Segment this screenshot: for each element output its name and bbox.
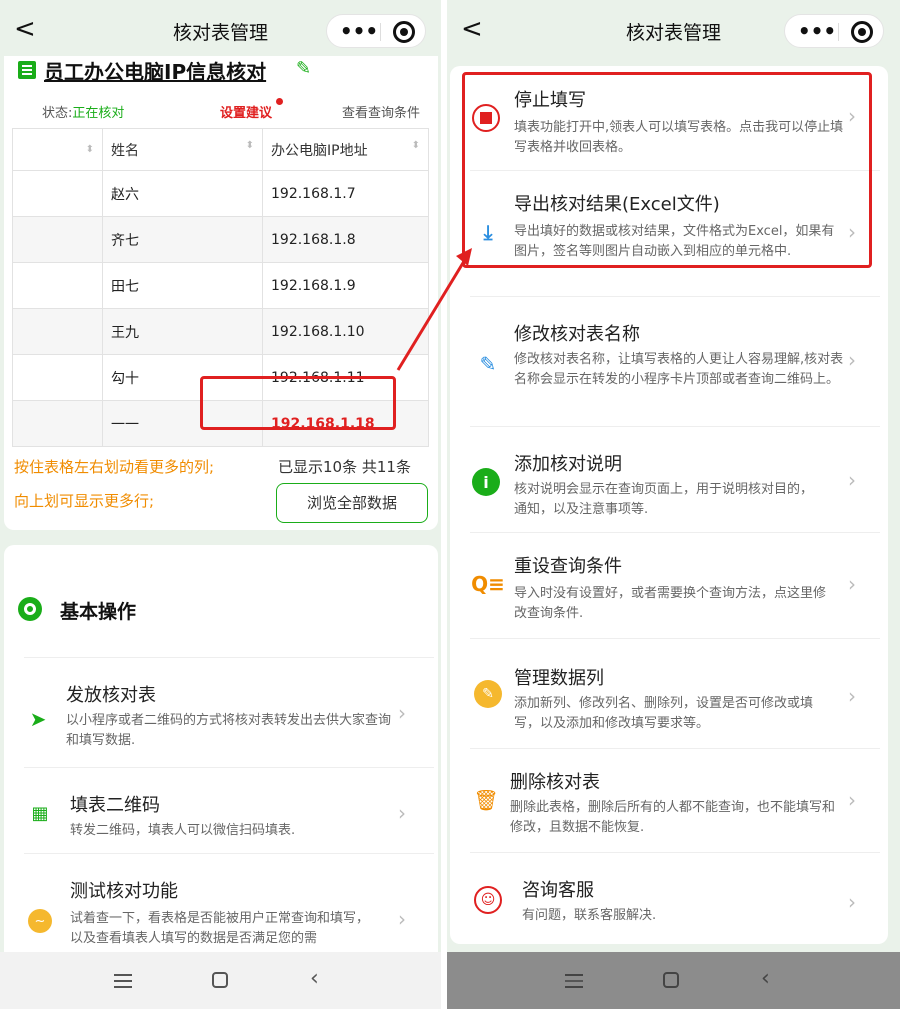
section-title: 基本操作 xyxy=(60,601,137,623)
basic-ops-card: 基本操作 ➤ 发放核对表 以小程序或者二维码的方式将核对表转发出去供大家查询和填… xyxy=(4,545,438,965)
right-screen: < 核对表管理 ••• 停止填写 填表功能打开中,领表人可以填写表格。点击我可以… xyxy=(447,0,900,1009)
back-icon[interactable]: ‹ xyxy=(310,966,319,992)
table-row: 田七 192.168.1.9 xyxy=(12,262,429,309)
sheet-title: 员工办公电脑IP信息核对 xyxy=(44,60,267,84)
list-item-rename[interactable]: ✎ 修改核对表名称 修改核对表名称，让填写表格的人更让人容易理解,核对表名称会显… xyxy=(450,296,888,426)
mini-program-capsule: ••• xyxy=(326,14,426,48)
hint-scroll-columns: 按住表格左右划动看更多的列; xyxy=(14,458,215,476)
status-label: 状态: xyxy=(42,106,73,121)
col-header-name[interactable]: 姓名 ⬍ xyxy=(102,128,263,171)
pencil-icon: ✎ xyxy=(474,680,502,708)
chevron-right-icon: › xyxy=(398,801,406,825)
sheet-card: 员工办公电脑IP信息核对 ✎ 状态:正在核对 设置建议 查看查询条件 ⬍ 姓名 ⬍… xyxy=(4,56,438,530)
list-item-distribute[interactable]: ➤ 发放核对表 以小程序或者二维码的方式将核对表转发出去供大家查询和填写数据. … xyxy=(4,657,438,767)
menu-icon[interactable] xyxy=(114,974,132,988)
mini-program-capsule: ••• xyxy=(784,14,884,48)
query-conditions-link[interactable]: 查看查询条件 xyxy=(342,102,420,121)
nav-bar: < 核对表管理 ••• xyxy=(0,0,441,62)
left-screen: < 核对表管理 ••• 员工办公电脑IP信息核对 ✎ 状态:正在核对 设置建议 … xyxy=(0,0,441,1009)
chevron-right-icon: › xyxy=(848,890,856,914)
settings-icon xyxy=(18,597,42,621)
close-mini-program-icon[interactable] xyxy=(393,21,415,43)
suggest-link[interactable]: 设置建议 xyxy=(220,102,272,121)
chevron-right-icon: › xyxy=(848,572,856,596)
hint-scroll-rows: 向上划可显示更多行; xyxy=(14,492,155,510)
chevron-right-icon: › xyxy=(848,348,856,372)
table-row: 齐七 192.168.1.8 xyxy=(12,216,429,263)
row-count: 已显示10条 共11条 xyxy=(278,458,411,476)
list-item-reset-query[interactable]: Q≡ 重设查询条件 导入时没有设置好，或者需要换个查询方法，点这里修改查询条件.… xyxy=(450,532,888,638)
more-button[interactable]: ••• xyxy=(339,19,379,43)
chevron-right-icon: › xyxy=(398,907,406,931)
list-item-manage-columns[interactable]: ✎ 管理数据列 添加新列、修改列名、删除列，设置是否可修改或填写，以及添加和修改… xyxy=(450,638,888,748)
system-nav-bar: ‹ xyxy=(447,952,900,1009)
sheet-icon xyxy=(18,61,36,79)
list-item-delete[interactable]: 🗑 删除核对表 删除此表格，删除后所有的人都不能查询，也不能填写和修改，且数据不… xyxy=(450,748,888,852)
qrcode-icon: ▦ xyxy=(31,802,49,824)
table-header: ⬍ 姓名 ⬍ 办公电脑IP地址 ⬍ xyxy=(12,128,429,171)
chart-icon: ~ xyxy=(28,909,52,933)
more-button[interactable]: ••• xyxy=(797,19,837,43)
chevron-right-icon: › xyxy=(848,788,856,812)
highlight-box xyxy=(462,72,872,268)
home-icon[interactable] xyxy=(663,972,679,988)
info-icon: i xyxy=(472,468,500,496)
highlight-box xyxy=(200,376,396,430)
trash-icon: 🗑 xyxy=(473,788,499,812)
edit-title-icon[interactable]: ✎ xyxy=(296,58,311,79)
menu-icon[interactable] xyxy=(565,974,583,988)
capsule-divider xyxy=(380,23,381,41)
list-item-qrcode[interactable]: ▦ 填表二维码 转发二维码，填表人可以微信扫码填表. › xyxy=(4,767,438,853)
customer-service-icon: ☺ xyxy=(474,886,502,914)
close-mini-program-icon[interactable] xyxy=(851,21,873,43)
back-icon[interactable]: ‹ xyxy=(761,966,770,992)
status-row: 状态:正在核对 xyxy=(42,102,124,121)
system-nav-bar: ‹ xyxy=(0,952,441,1009)
suggest-dot xyxy=(276,98,283,105)
send-icon: ➤ xyxy=(29,707,47,731)
table-row: 赵六 192.168.1.7 xyxy=(12,170,429,217)
col-header-index[interactable]: ⬍ xyxy=(12,128,103,171)
capsule-divider xyxy=(838,23,839,41)
col-header-ip[interactable]: 办公电脑IP地址 ⬍ xyxy=(262,128,429,171)
nav-bar: < 核对表管理 ••• xyxy=(447,0,900,62)
chevron-right-icon: › xyxy=(848,684,856,708)
edit-icon: ✎ xyxy=(479,352,497,376)
chevron-right-icon: › xyxy=(398,701,406,725)
chevron-right-icon: › xyxy=(848,468,856,492)
list-item-add-note[interactable]: i 添加核对说明 核对说明会显示在查询页面上，用于说明核对目的，通知，以及注意事… xyxy=(450,426,888,532)
list-item-support[interactable]: ☺ 咨询客服 有问题，联系客服解决. › xyxy=(450,852,888,944)
browse-all-button[interactable]: 浏览全部数据 xyxy=(276,483,428,523)
list-item-test[interactable]: ~ 测试核对功能 试着查一下，看表格是否能被用户正常查询和填写，以及查看填表人填… xyxy=(4,853,438,965)
search-list-icon: Q≡ xyxy=(471,572,505,596)
home-icon[interactable] xyxy=(212,972,228,988)
table-row: 王九 192.168.1.10 xyxy=(12,308,429,355)
status-value: 正在核对 xyxy=(72,106,125,121)
